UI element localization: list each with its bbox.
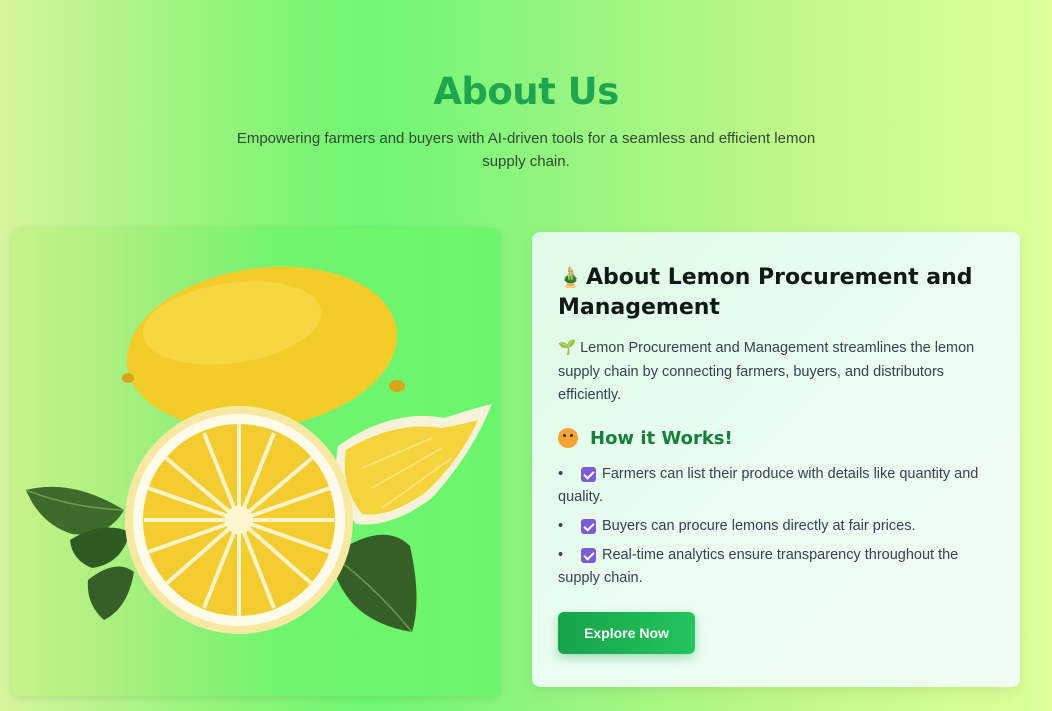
bullet: • [558,465,564,482]
explore-now-button[interactable]: Explore Now [558,611,695,654]
mint-leaf [25,486,134,620]
page-subtitle: Empowering farmers and buyers with AI-dr… [236,130,816,170]
features-list: • Farmers can list their produce with de… [558,463,994,590]
card-heading-text: About Lemon Procurement and Management [558,265,973,320]
checkbox-icon [581,518,596,534]
list-item: • Real-time analytics ensure transparenc… [558,544,994,590]
about-header: About Us Empowering farmers and buyers w… [0,70,1052,173]
lemon-image [12,228,500,696]
card-intro: 🌱 Lemon Procurement and Management strea… [558,337,994,408]
card-heading: 🎍 About Lemon Procurement and Management [558,262,994,323]
lemon-wedge [336,404,492,525]
checkbox-icon [581,547,596,563]
lemon-half [125,406,353,634]
seedling-icon: 🌱 [558,340,577,356]
card-intro-text: Lemon Procurement and Management streaml… [558,340,975,403]
page-title: About Us [433,70,619,113]
bamboo-icon: 🎍 [558,265,583,289]
about-card: 🎍 About Lemon Procurement and Management … [532,232,1020,687]
checkbox-icon [581,466,596,482]
feature-text: Buyers can procure lemons directly at fa… [602,517,916,534]
feature-text: Farmers can list their produce with deta… [558,465,979,505]
bullet: • [558,517,564,534]
feature-text: Real-time analytics ensure transparency … [558,546,959,586]
list-item: • Buyers can procure lemons directly at … [558,515,994,538]
how-it-works-text: How it Works! [590,427,733,449]
list-item: • Farmers can list their produce with de… [558,463,994,509]
lemon-illustration [25,266,492,634]
thinking-face-icon [558,428,578,448]
how-it-works-heading: How it Works! [558,428,994,449]
bullet: • [558,546,564,563]
